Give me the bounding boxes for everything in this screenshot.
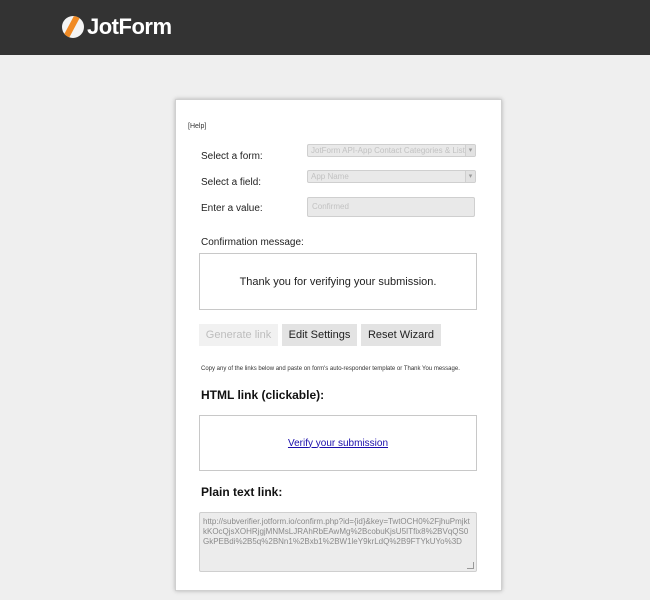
select-field-value: App Name [311,172,349,181]
plain-text-heading: Plain text link: [201,485,283,499]
verify-submission-link[interactable]: Verify your submission [288,438,388,449]
brand-name: JotForm [87,14,172,39]
jotform-logo-icon [62,16,84,38]
select-form-label: Select a form: [201,151,263,162]
copy-instructions: Copy any of the links below and paste on… [201,366,460,372]
chevron-down-icon: ▾ [465,171,475,182]
value-label: Enter a value: [201,203,263,214]
reset-wizard-button[interactable]: Reset Wizard [361,324,441,346]
help-link[interactable]: [Help] [188,123,206,130]
plain-text-url: http://subverifier.jotform.io/confirm.ph… [203,517,470,546]
top-header-bar: JotForm [0,0,650,55]
wizard-panel: [Help] Select a form: JotForm API-App Co… [175,99,502,591]
select-field-dropdown[interactable]: App Name ▾ [307,170,476,183]
confirmation-message: Thank you for verifying your submission. [239,275,437,288]
html-link-heading: HTML link (clickable): [201,388,325,402]
plain-text-link-textarea[interactable]: http://subverifier.jotform.io/confirm.ph… [199,512,477,572]
html-link-box: Verify your submission [199,415,477,471]
resize-handle-icon[interactable] [467,562,474,569]
chevron-down-icon: ▾ [465,145,475,156]
value-input[interactable]: Confirmed [307,197,475,217]
confirmation-message-box[interactable]: Thank you for verifying your submission. [199,253,477,310]
confirmation-label: Confirmation message: [201,237,304,248]
select-field-label: Select a field: [201,177,262,188]
select-form-dropdown[interactable]: JotForm API-App Contact Categories & Lis… [307,144,476,157]
generate-link-button[interactable]: Generate link [199,324,278,346]
select-form-value: JotForm API-App Contact Categories & Lis… [311,146,469,155]
edit-settings-button[interactable]: Edit Settings [282,324,357,346]
jotform-logo[interactable]: JotForm [62,14,172,40]
